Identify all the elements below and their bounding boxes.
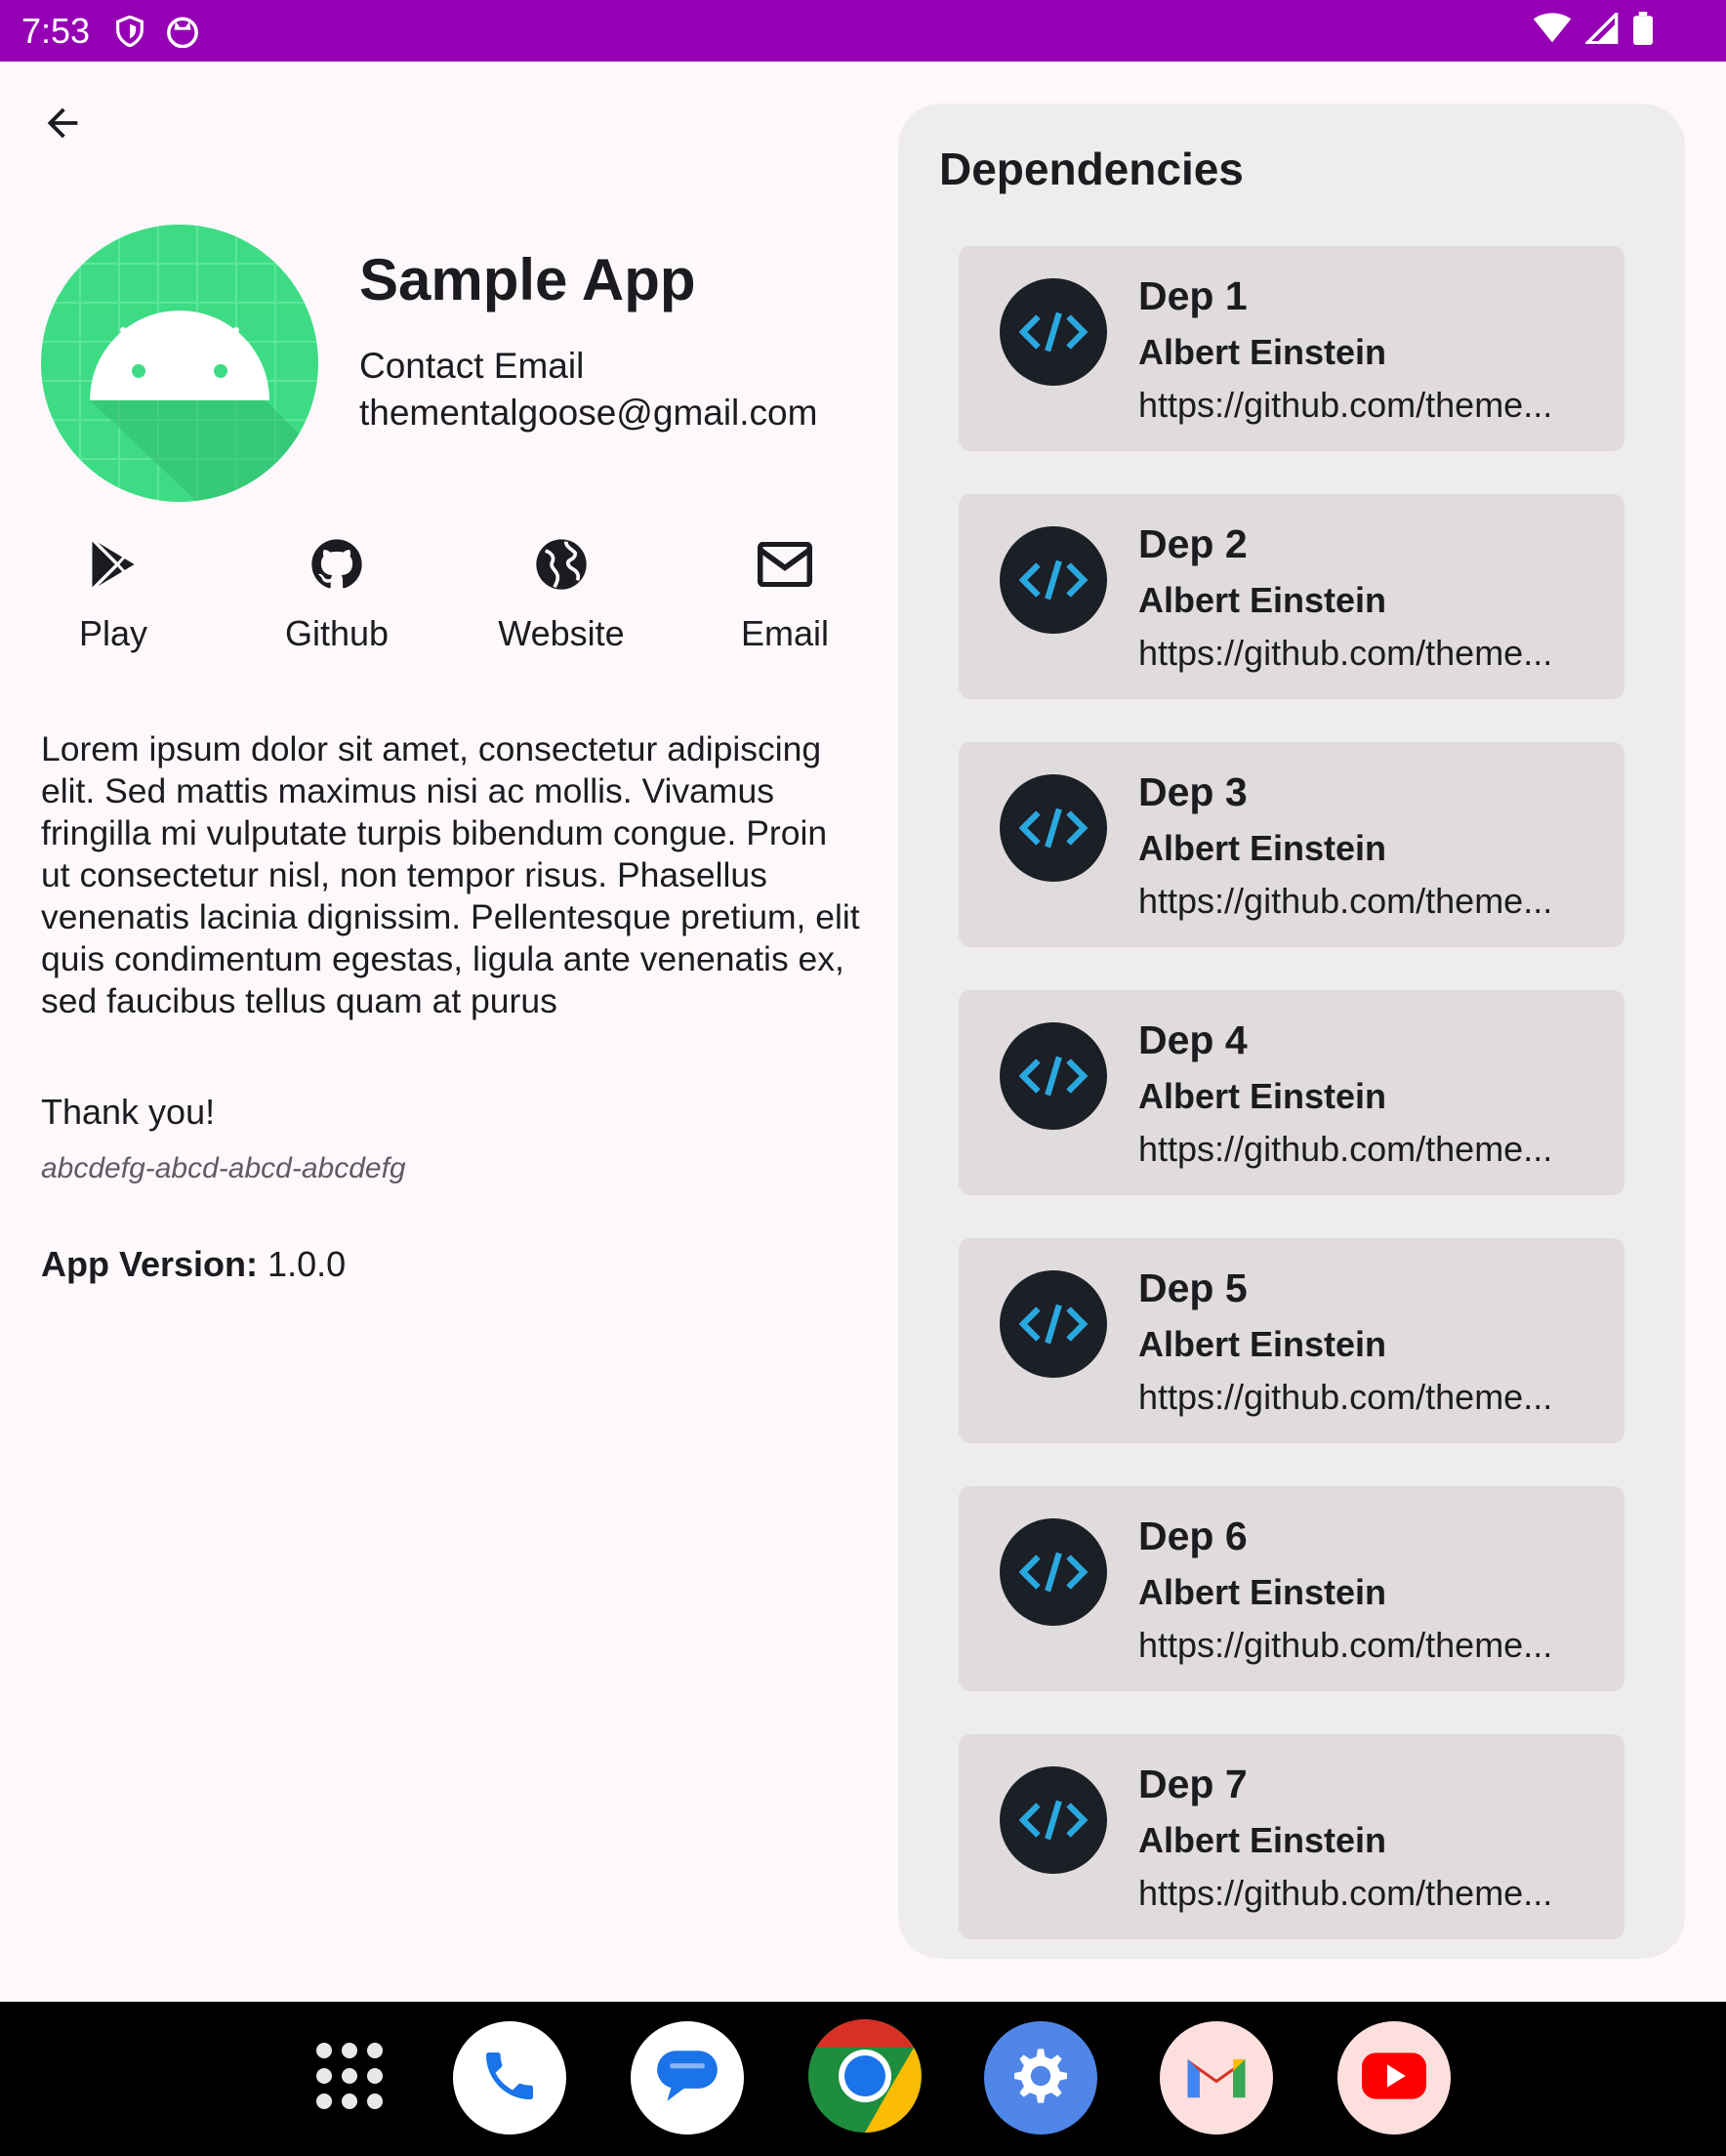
gmail-app-button[interactable]	[1160, 2021, 1273, 2135]
dependency-url: https://github.com/theme...	[1138, 881, 1553, 921]
installation-id: abcdefg-abcd-abcd-abcdefg	[41, 1152, 406, 1184]
code-icon	[1000, 1766, 1107, 1874]
dependencies-title: Dependencies	[939, 144, 1244, 194]
settings-icon	[1006, 2041, 1076, 2116]
settings-app-button[interactable]	[984, 2021, 1097, 2135]
website-link-button[interactable]: Website	[464, 535, 659, 654]
dependency-url: https://github.com/theme...	[1138, 633, 1553, 673]
dependency-card[interactable]: Dep 4 Albert Einstein https://github.com…	[959, 990, 1624, 1195]
dependency-card[interactable]: Dep 5 Albert Einstein https://github.com…	[959, 1238, 1624, 1443]
dependency-url: https://github.com/theme...	[1138, 1129, 1553, 1169]
github-link-button[interactable]: Github	[239, 535, 434, 654]
phone-icon	[478, 2045, 541, 2112]
phone-app-button[interactable]	[453, 2021, 566, 2135]
dependency-author: Albert Einstein	[1138, 1076, 1387, 1116]
youtube-icon	[1362, 2052, 1426, 2104]
link-label-email: Email	[740, 613, 830, 653]
app-drawer-icon	[314, 2041, 385, 2116]
youtube-app-button[interactable]	[1337, 2021, 1451, 2135]
dependency-author: Albert Einstein	[1138, 1324, 1387, 1364]
thanks-text: Thank you!	[41, 1092, 216, 1132]
code-icon	[1000, 278, 1107, 386]
code-icon	[1000, 1518, 1107, 1626]
signal-icon	[1583, 10, 1619, 49]
dependencies-panel[interactable]: Dependencies Dep 1 Albert Einstein https…	[898, 104, 1685, 1959]
code-icon	[1000, 526, 1107, 634]
contact-email-label: Contact Email	[359, 346, 585, 386]
dependency-name: Dep 5	[1138, 1265, 1248, 1310]
back-button[interactable]	[35, 98, 90, 152]
github-icon	[308, 535, 366, 594]
globe-icon	[532, 535, 591, 594]
link-label-play: Play	[78, 613, 148, 653]
app-dock	[0, 2002, 1726, 2156]
code-icon	[1000, 1270, 1107, 1378]
dependency-author: Albert Einstein	[1138, 828, 1387, 868]
dependency-card[interactable]: Dep 1 Albert Einstein https://github.com…	[959, 246, 1624, 451]
arrow-back-icon	[40, 101, 85, 150]
chrome-app-button[interactable]	[808, 2018, 922, 2137]
dependency-url: https://github.com/theme...	[1138, 1625, 1553, 1665]
dependency-name: Dep 1	[1138, 273, 1248, 318]
battery-icon	[1632, 12, 1654, 50]
code-icon	[1000, 774, 1107, 882]
play-store-icon	[84, 535, 143, 594]
app-description: Lorem ipsum dolor sit amet, consectetur …	[41, 729, 860, 1020]
dependency-author: Albert Einstein	[1138, 1572, 1387, 1612]
dependency-card[interactable]: Dep 2 Albert Einstein https://github.com…	[959, 494, 1624, 699]
play-link-button[interactable]: Play	[16, 535, 211, 654]
dependency-url: https://github.com/theme...	[1138, 1377, 1553, 1417]
chrome-icon	[808, 2018, 922, 2137]
app-logo	[41, 225, 318, 502]
app-version-value: 1.0.0	[267, 1244, 347, 1284]
status-time: 7:53	[21, 10, 91, 51]
dependency-card[interactable]: Dep 3 Albert Einstein https://github.com…	[959, 742, 1624, 947]
dependency-name: Dep 4	[1138, 1017, 1248, 1062]
code-icon	[1000, 1022, 1107, 1130]
dependency-url: https://github.com/theme...	[1138, 385, 1553, 425]
email-link-button[interactable]: Email	[687, 535, 883, 654]
messages-icon	[652, 2045, 722, 2112]
app-drawer-button[interactable]	[293, 2021, 406, 2135]
dependency-card[interactable]: Dep 7 Albert Einstein https://github.com…	[959, 1734, 1624, 1939]
app-title: Sample App	[359, 247, 696, 312]
dependency-name: Dep 6	[1138, 1513, 1248, 1558]
dependency-author: Albert Einstein	[1138, 580, 1387, 620]
link-label-github: Github	[284, 613, 390, 653]
dependency-name: Dep 2	[1138, 521, 1248, 566]
messages-app-button[interactable]	[631, 2021, 744, 2135]
dependency-url: https://github.com/theme...	[1138, 1873, 1553, 1913]
email-icon	[756, 535, 814, 594]
dependency-author: Albert Einstein	[1138, 332, 1387, 372]
dependency-name: Dep 3	[1138, 769, 1248, 814]
cat-icon	[166, 15, 199, 48]
shield-icon	[113, 15, 146, 48]
dependency-author: Albert Einstein	[1138, 1820, 1387, 1860]
gmail-icon	[1182, 2050, 1251, 2107]
contact-email-value[interactable]: thementalgoose@gmail.com	[359, 393, 817, 434]
dependency-name: Dep 7	[1138, 1762, 1248, 1806]
app-version-label: App Version:	[41, 1244, 259, 1284]
wifi-icon	[1533, 13, 1572, 49]
dependency-card[interactable]: Dep 6 Albert Einstein https://github.com…	[959, 1486, 1624, 1691]
app-version: App Version: 1.0.0	[41, 1244, 346, 1285]
status-bar: 7:53	[0, 0, 1726, 62]
link-label-website: Website	[498, 613, 625, 653]
